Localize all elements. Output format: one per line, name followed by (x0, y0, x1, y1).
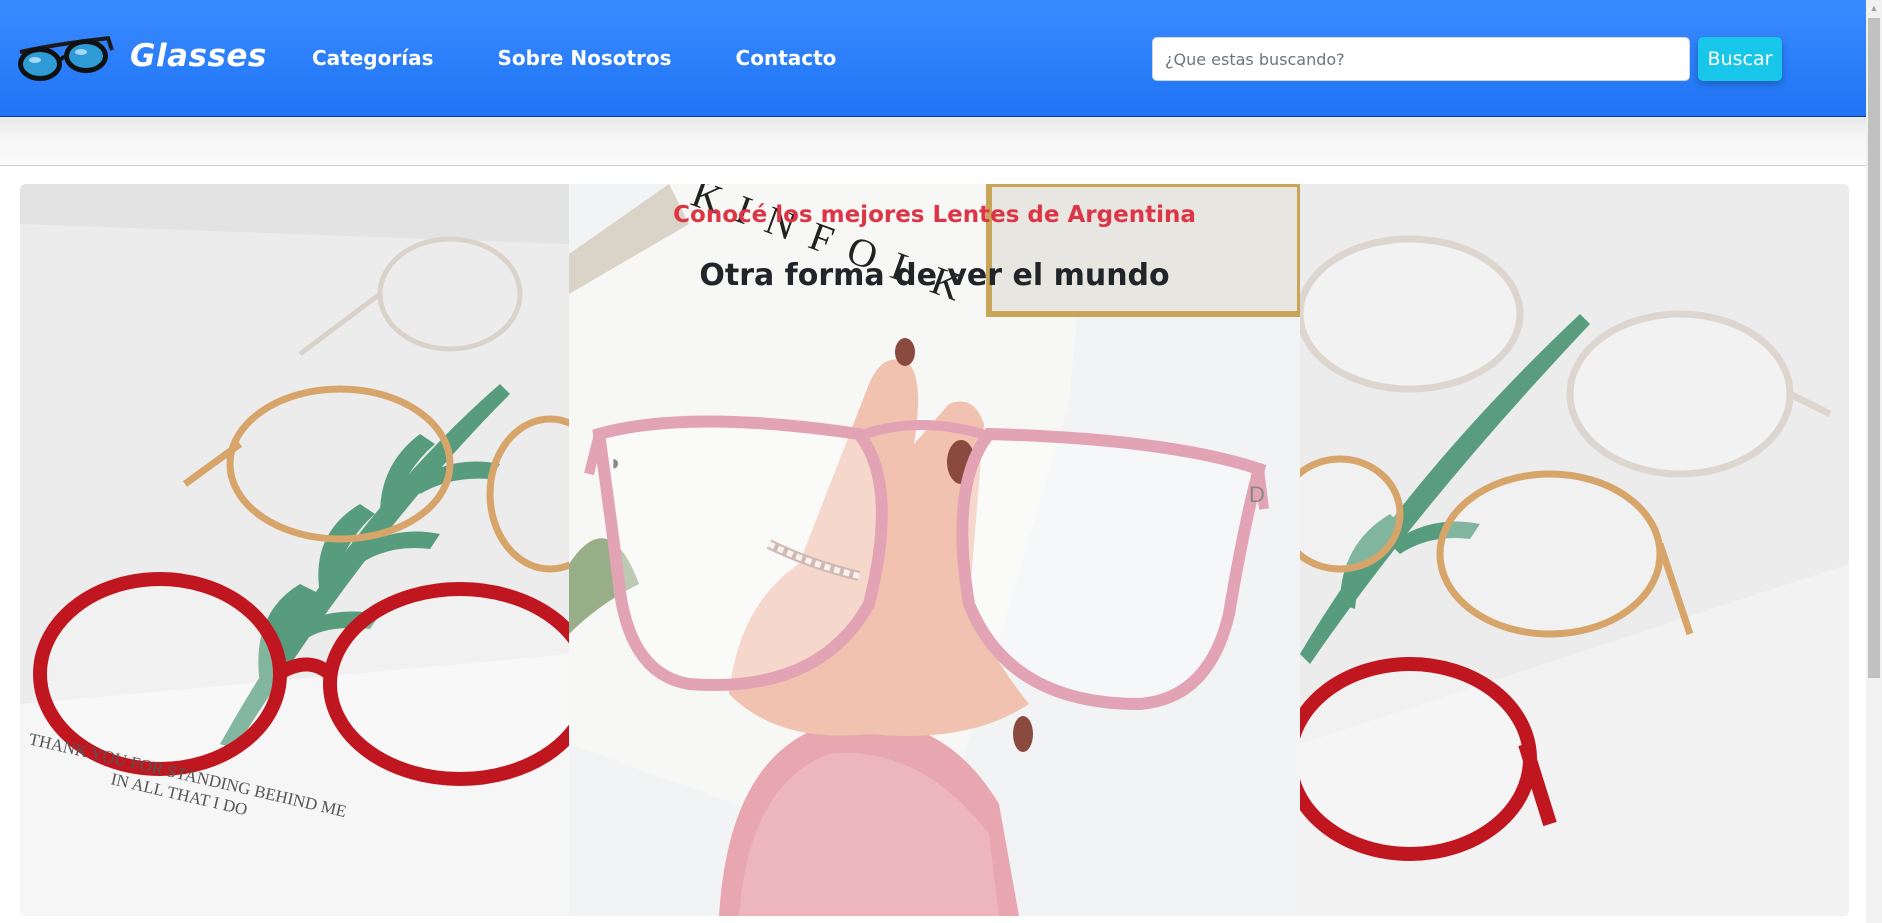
svg-text:D: D (1249, 482, 1265, 507)
carousel-slide-center-image: KINFOLK ◗ D (569, 184, 1300, 916)
carousel-slide-right-image (1300, 184, 1849, 916)
navbar: Glasses Categorías Sobre Nosotros Contac… (0, 0, 1866, 117)
page-scrollbar[interactable]: ▲ (1866, 0, 1882, 923)
brand-name[interactable]: Glasses (130, 38, 267, 74)
hero-carousel: THANK YOU FOR STANDING BEHIND ME IN ALL … (20, 184, 1849, 916)
brand-link[interactable] (16, 30, 114, 86)
search-input[interactable] (1152, 37, 1690, 81)
caption-subtitle: Conocé los mejores Lentes de Argentina (673, 202, 1196, 228)
scroll-up-arrow-icon[interactable]: ▲ (1866, 0, 1882, 16)
scroll-thumb[interactable] (1868, 18, 1880, 678)
search-form: Buscar (1152, 37, 1782, 81)
nav-link-contacto[interactable]: Contacto (736, 46, 837, 70)
nav-link-sobre-nosotros[interactable]: Sobre Nosotros (497, 46, 671, 70)
navbar-shadow-strip (0, 117, 1866, 166)
carousel-slide-left-image: THANK YOU FOR STANDING BEHIND ME IN ALL … (20, 184, 569, 916)
search-button[interactable]: Buscar (1698, 37, 1782, 81)
sunglasses-logo-icon (18, 36, 114, 81)
nav-links: Categorías Sobre Nosotros Contacto (312, 46, 836, 70)
caption-title: Otra forma de ver el mundo (699, 258, 1170, 293)
nav-link-categorias[interactable]: Categorías (312, 46, 433, 70)
svg-text:◗: ◗ (609, 450, 622, 475)
